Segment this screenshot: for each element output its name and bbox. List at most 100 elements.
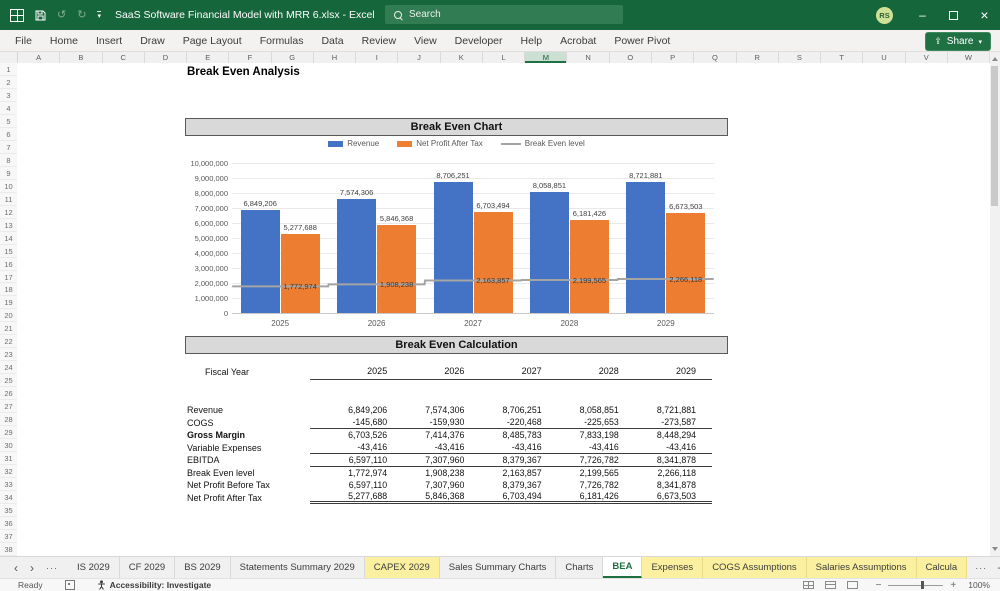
chart-bar-net-profit-after-tax-2026[interactable] <box>377 225 416 313</box>
cell-value[interactable]: 8,448,294 <box>619 430 696 440</box>
row-header-27[interactable]: 27 <box>0 400 17 413</box>
ribbon-tab-formulas[interactable]: Formulas <box>251 30 313 52</box>
cell-value[interactable]: 7,414,376 <box>387 430 464 440</box>
column-header-O[interactable]: O <box>610 52 652 63</box>
row-header-4[interactable]: 4 <box>0 102 17 115</box>
column-header-C[interactable]: C <box>103 52 145 63</box>
prev-sheet-icon[interactable]: ‹ <box>14 562 18 574</box>
row-header-3[interactable]: 3 <box>0 89 17 102</box>
row-header-25[interactable]: 25 <box>0 374 17 387</box>
row-header-21[interactable]: 21 <box>0 322 17 335</box>
zoom-slider[interactable] <box>888 585 943 586</box>
fiscal-year-2026[interactable]: 2026 <box>387 366 464 376</box>
row-label[interactable]: COGS <box>185 418 310 428</box>
cell-value[interactable]: 8,485,783 <box>464 430 541 440</box>
column-header-N[interactable]: N <box>567 52 609 63</box>
ribbon-tab-acrobat[interactable]: Acrobat <box>551 30 605 52</box>
ribbon-tab-review[interactable]: Review <box>353 30 405 52</box>
row-header-11[interactable]: 11 <box>0 193 17 206</box>
zoom-out-icon[interactable]: − <box>876 580 882 591</box>
row-header-15[interactable]: 15 <box>0 245 17 258</box>
cell-value[interactable]: -43,416 <box>542 442 619 452</box>
column-header-M[interactable]: M <box>525 52 567 63</box>
legend-item-net-profit-after-tax[interactable]: Net Profit After Tax <box>397 139 483 148</box>
page-layout-view-icon[interactable] <box>825 581 836 589</box>
accessibility-status[interactable]: Accessibility: Investigate <box>97 580 212 590</box>
legend-item-break-even-level[interactable]: Break Even level <box>501 139 585 148</box>
cell-value[interactable]: 5,846,368 <box>387 491 464 501</box>
cell-value[interactable]: 6,673,503 <box>619 491 696 501</box>
cell-value[interactable]: -43,416 <box>464 442 541 452</box>
row-header-17[interactable]: 17 <box>0 271 17 284</box>
cell-value[interactable]: 6,849,206 <box>310 405 387 415</box>
cell-value[interactable]: 6,703,526 <box>310 430 387 440</box>
row-header-24[interactable]: 24 <box>0 361 17 374</box>
fiscal-year-2029[interactable]: 2029 <box>619 366 696 376</box>
cell-value[interactable]: 2,266,118 <box>619 468 696 478</box>
column-header-I[interactable]: I <box>356 52 398 63</box>
chart-bar-net-profit-after-tax-2027[interactable] <box>474 212 513 313</box>
column-header-F[interactable]: F <box>229 52 271 63</box>
ribbon-tab-data[interactable]: Data <box>312 30 352 52</box>
row-header-31[interactable]: 31 <box>0 452 17 465</box>
sheet-tab-is-2029[interactable]: IS 2029 <box>68 557 120 578</box>
cell-value[interactable]: 1,772,974 <box>310 468 387 478</box>
redo-icon[interactable]: ↻ <box>77 10 86 21</box>
row-header-28[interactable]: 28 <box>0 413 17 426</box>
column-header-W[interactable]: W <box>948 52 990 63</box>
cell-value[interactable]: 1,908,238 <box>387 468 464 478</box>
save-icon[interactable] <box>35 10 46 21</box>
cell-value[interactable]: 8,058,851 <box>542 405 619 415</box>
cell-value[interactable]: 7,307,960 <box>387 455 464 465</box>
scroll-down-icon[interactable] <box>992 547 998 551</box>
column-header-E[interactable]: E <box>187 52 229 63</box>
restore-button[interactable] <box>938 0 969 30</box>
row-label[interactable]: Variable Expenses <box>185 443 310 453</box>
cell-value[interactable]: 8,341,878 <box>619 455 696 465</box>
sheet-tab-salaries-assumptions[interactable]: Salaries Assumptions <box>807 557 917 578</box>
more-sheets-icon[interactable]: ··· <box>46 562 58 574</box>
row-header-14[interactable]: 14 <box>0 232 17 245</box>
zoom-in-icon[interactable]: + <box>950 580 956 591</box>
cell-value[interactable]: 2,163,857 <box>464 468 541 478</box>
column-header-Q[interactable]: Q <box>694 52 736 63</box>
cell-value[interactable]: 8,341,878 <box>619 480 696 490</box>
row-header-38[interactable]: 38 <box>0 543 17 556</box>
row-label[interactable]: Revenue <box>185 405 310 415</box>
hidden-tabs-icon[interactable]: ··· <box>975 563 987 573</box>
column-header-U[interactable]: U <box>863 52 905 63</box>
sheet-tab-bs-2029[interactable]: BS 2029 <box>175 557 230 578</box>
cell-value[interactable]: 2,199,565 <box>542 468 619 478</box>
cell-value[interactable]: 7,574,306 <box>387 405 464 415</box>
row-label[interactable]: Gross Margin <box>185 430 310 440</box>
fiscal-year-2028[interactable]: 2028 <box>542 366 619 376</box>
row-header-34[interactable]: 34 <box>0 491 17 504</box>
row-header-2[interactable]: 2 <box>0 76 17 89</box>
ribbon-tab-power-pivot[interactable]: Power Pivot <box>605 30 679 52</box>
fiscal-year-2025[interactable]: 2025 <box>310 366 387 376</box>
cell-value[interactable]: 6,597,110 <box>310 480 387 490</box>
row-label[interactable]: Net Profit After Tax <box>185 493 310 503</box>
row-header-18[interactable]: 18 <box>0 283 17 296</box>
cell-value[interactable]: -43,416 <box>310 442 387 452</box>
cell-value[interactable]: -225,653 <box>542 417 619 427</box>
undo-icon[interactable]: ↺ <box>57 10 66 21</box>
row-header-8[interactable]: 8 <box>0 154 17 167</box>
sheet-tab-sales-summary-charts[interactable]: Sales Summary Charts <box>440 557 557 578</box>
chart-section-header[interactable]: Break Even Chart <box>185 118 728 136</box>
row-header-36[interactable]: 36 <box>0 517 17 530</box>
row-label[interactable]: Net Profit Before Tax <box>185 480 310 490</box>
account-avatar[interactable]: RS <box>876 7 893 24</box>
column-header-J[interactable]: J <box>398 52 440 63</box>
ribbon-tab-view[interactable]: View <box>405 30 446 52</box>
column-header-B[interactable]: B <box>60 52 102 63</box>
sheet-tab-cf-2029[interactable]: CF 2029 <box>120 557 175 578</box>
next-sheet-icon[interactable]: › <box>30 562 34 574</box>
zoom-level[interactable]: 100% <box>968 580 990 590</box>
cell-value[interactable]: 6,181,426 <box>542 491 619 501</box>
column-header-A[interactable]: A <box>18 52 60 63</box>
cell-value[interactable]: -220,468 <box>464 417 541 427</box>
sheet-tab-calcula[interactable]: Calcula <box>917 557 968 578</box>
cell-value[interactable]: 7,726,782 <box>542 480 619 490</box>
cell-value[interactable]: -273,587 <box>619 417 696 427</box>
